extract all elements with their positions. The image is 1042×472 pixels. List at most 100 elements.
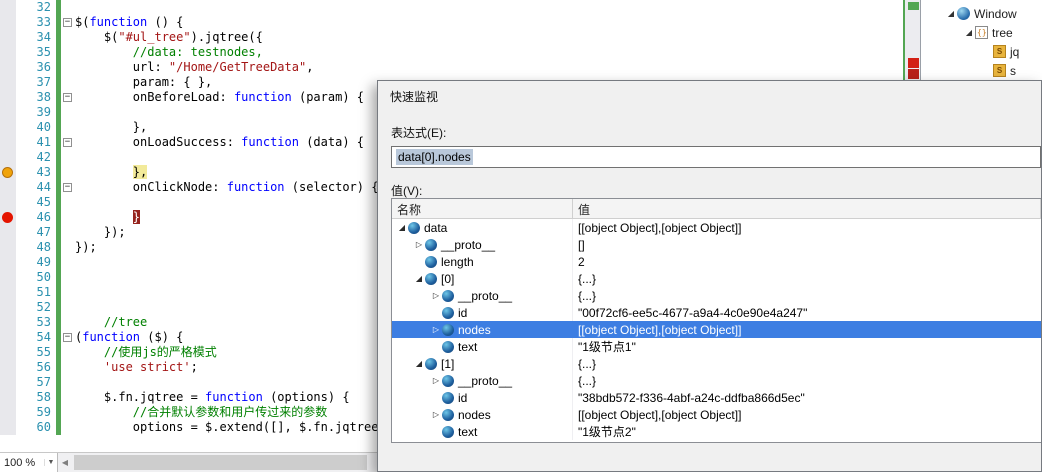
line-number: 44 [16,180,56,195]
breakpoint-gutter[interactable] [0,165,16,180]
breakpoint-gutter[interactable] [0,210,16,225]
breakpoint-gutter[interactable] [0,405,16,420]
outline-margin [61,30,75,45]
breakpoint-gutter[interactable] [0,300,16,315]
watch-row-text[interactable]: text "1级节点1" [392,338,1041,355]
breakpoint-gutter[interactable] [0,105,16,120]
solution-explorer-item[interactable]: Ss [921,61,1042,80]
breakpoint-gutter[interactable] [0,0,16,15]
dialog-title[interactable]: 快速监视 [378,81,1041,108]
watch-value: [[object Object],[object Object]] [578,220,742,235]
code-token: "/Home/GetTreeData" [168,60,307,74]
fold-toggle-icon[interactable]: − [63,18,72,27]
watch-name-cell: ▷ nodes [392,406,573,423]
watch-value: [[object Object],[object Object]] [578,322,742,337]
line-number: 49 [16,255,56,270]
expression-input[interactable]: data[0].nodes [391,146,1041,168]
horizontal-scrollbar-thumb[interactable] [74,455,367,470]
code-token: url: [75,60,169,74]
chevron-down-icon[interactable]: ▼ [44,459,57,466]
breakpoint-gutter[interactable] [0,135,16,150]
breakpoint-gutter[interactable] [0,60,16,75]
breakpoint-gutter[interactable] [0,90,16,105]
breakpoint-gutter[interactable] [0,255,16,270]
column-header-value[interactable]: 值 [573,199,1041,219]
solution-explorer-item[interactable]: ◢ Window [921,4,1042,23]
collapsed-icon[interactable]: ▷ [430,410,442,419]
watch-row-data[interactable]: ◢ data [[object Object],[object Object]] [392,219,1041,236]
expanded-icon[interactable]: ◢ [413,359,425,368]
breakpoint-gutter[interactable] [0,30,16,45]
watch-row-nodes[interactable]: ▷ nodes [[object Object],[object Object]] [392,406,1041,423]
fold-toggle-icon[interactable]: − [63,138,72,147]
watch-row-[1][interactable]: ◢ [1] {...} [392,355,1041,372]
fold-toggle-icon[interactable]: − [63,183,72,192]
breakpoint-gutter[interactable] [0,15,16,30]
solution-explorer-item[interactable]: ◢ tree [921,23,1042,42]
breakpoint-gutter[interactable] [0,360,16,375]
code-token: function [89,15,148,29]
watch-row-__proto__[interactable]: ▷ __proto__ [] [392,236,1041,253]
column-header-name[interactable]: 名称 [392,199,573,219]
expanded-icon[interactable]: ◢ [963,28,975,37]
watch-value: {...} [578,288,597,303]
outline-margin [61,405,75,420]
code-line[interactable]: 36 url: "/Home/GetTreeData", [0,60,903,75]
breakpoint-gutter[interactable] [0,150,16,165]
watch-row-length[interactable]: length 2 [392,253,1041,270]
watch-row-nodes[interactable]: ▷ nodes [[object Object],[object Object]] [392,321,1041,338]
collapsed-icon[interactable]: ▷ [413,240,425,249]
code-token: 'use strict' [103,360,191,374]
collapsed-icon[interactable]: ▷ [430,291,442,300]
breakpoint-gutter[interactable] [0,270,16,285]
expanded-icon[interactable]: ◢ [413,274,425,283]
watch-row-__proto__[interactable]: ▷ __proto__ {...} [392,287,1041,304]
solution-explorer-item[interactable]: Sjq [921,42,1042,61]
breakpoint-gutter[interactable] [0,375,16,390]
breakpoint-gutter[interactable] [0,315,16,330]
fold-toggle-icon[interactable]: − [63,93,72,102]
watch-name-cell: ◢ [1] [392,355,573,372]
breakpoint-gutter[interactable] [0,240,16,255]
watch-row-__proto__[interactable]: ▷ __proto__ {...} [392,372,1041,389]
code-line[interactable]: 33− $(function () { [0,15,903,30]
fold-toggle-icon[interactable]: − [63,333,72,342]
breakpoint-gutter[interactable] [0,195,16,210]
collapsed-icon[interactable]: ▷ [430,376,442,385]
code-line[interactable]: 32 [0,0,903,15]
breakpoint-gutter[interactable] [0,45,16,60]
breakpoint-icon[interactable] [2,167,13,178]
breakpoint-gutter[interactable] [0,120,16,135]
watch-row-text[interactable]: text "1级节点2" [392,423,1041,440]
watch-name-cell: length [392,253,573,270]
breakpoint-gutter[interactable] [0,225,16,240]
watch-name-cell: id [392,389,573,406]
grid-header: 名称 值 [392,199,1041,219]
code-line[interactable]: 34 $("#ul_tree").jqtree({ [0,30,903,45]
watch-name-cell: ◢ data [392,219,573,236]
code-token: //data: testnodes, [132,45,263,59]
breakpoint-gutter[interactable] [0,330,16,345]
collapsed-icon[interactable]: ▷ [430,325,442,334]
expanded-icon[interactable]: ◢ [396,223,408,232]
watch-row-[0][interactable]: ◢ [0] {...} [392,270,1041,287]
code-line[interactable]: 35 //data: testnodes, [0,45,903,60]
breakpoint-icon[interactable] [2,212,13,223]
breakpoint-gutter[interactable] [0,75,16,90]
breakpoint-gutter[interactable] [0,180,16,195]
breakpoint-gutter[interactable] [0,285,16,300]
outline-margin [61,390,75,405]
outline-margin [61,120,75,135]
expanded-icon[interactable]: ◢ [945,9,957,18]
zoom-control[interactable]: 100 % ▼ [0,453,58,472]
breakpoint-gutter[interactable] [0,390,16,405]
watch-row-id[interactable]: id "38bdb572-f336-4abf-a24c-ddfba866d5ec" [392,389,1041,406]
scroll-left-arrow-icon[interactable]: ◀ [58,453,72,472]
line-number: 51 [16,285,56,300]
breakpoint-gutter[interactable] [0,345,16,360]
breakpoint-gutter[interactable] [0,420,16,435]
watch-row-id[interactable]: id "00f72cf6-ee5c-4677-a9a4-4c0e90e4a247" [392,304,1041,321]
